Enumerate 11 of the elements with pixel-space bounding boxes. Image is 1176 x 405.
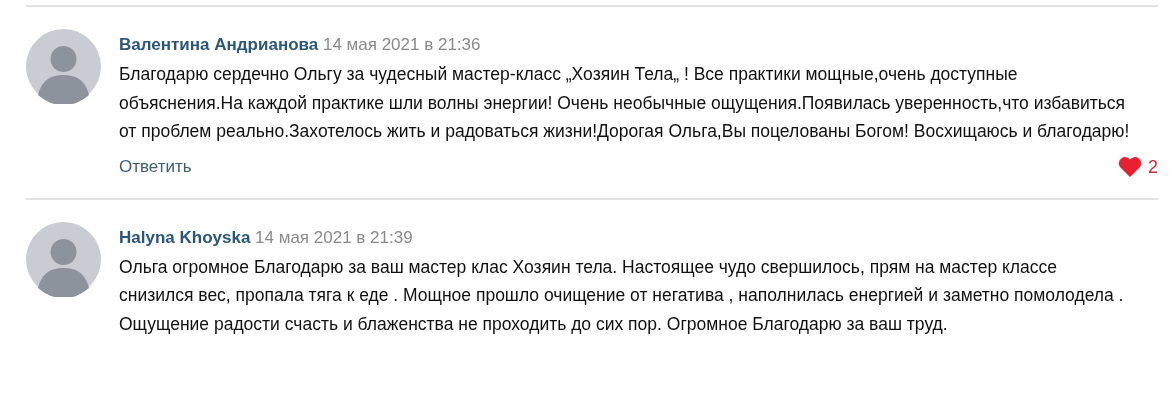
comment-text: Ольга огромное Благодарю за ваш мастер клас Хозяин тела. Настоящее чудо свершилось, прям на мастер классе снизился вес, пропала тяга к еде . Мощное прошло очищение от негатива , наполнилась енергией и заметно помолодела . Ощущение радости счасть и блаженства не проходить до сих пор. Огромное Благодарю за ваш труд.: [119, 255, 1125, 336]
avatar-icon: [26, 29, 101, 104]
avatar-icon: [26, 221, 101, 297]
comment-date: 14 мая 2021 в 21:39: [255, 227, 413, 247]
comment-date: 14 мая 2021 в 21:36: [322, 35, 481, 54]
author-name[interactable]: Halyna Khoyska: [119, 227, 251, 247]
comment-text: Благодарю сердечно Ольгу за чудесный мастер-класс „Хозяин Тела„ ! Все практики мощные,очень доступные объяснения.На каждой практике шли волны энергии! Очень необычные ощущения.Появилась уверенность,что избавиться от проблем реально.Захотелось жить и радоваться жизни!Дорогая Ольга,Вы поцелованы Богом! Восхищаюсь и благодарю!: [119, 63, 1131, 143]
like-button[interactable]: 2: [1118, 154, 1158, 179]
heart-icon: [1118, 156, 1142, 177]
author-name[interactable]: Валентина Андрианова: [119, 35, 319, 54]
reply-link[interactable]: Ответить: [119, 154, 192, 179]
